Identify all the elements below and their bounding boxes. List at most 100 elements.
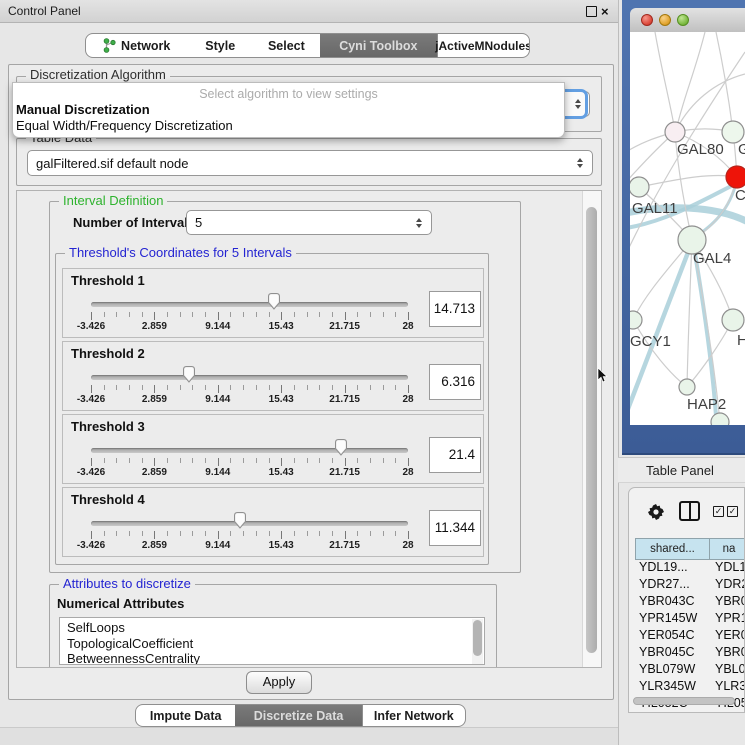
slider-thumb[interactable] — [232, 511, 248, 529]
node-table-card: ✓ ✓ shared... na YDL19...YDL19YDR27...YD… — [628, 487, 745, 713]
column-header-shared-name[interactable]: shared... — [635, 538, 710, 560]
numerical-attributes-label: Numerical Attributes — [57, 596, 184, 611]
table-row[interactable]: YDR27...YDR27 — [629, 577, 745, 594]
attribute-list-item[interactable]: TopologicalCoefficient — [60, 636, 484, 652]
network-node[interactable] — [630, 177, 649, 197]
table-row[interactable]: YBL079WYBL07 — [629, 662, 745, 679]
tab-discretize-data[interactable]: Discretize Data — [235, 705, 361, 726]
table-panel-header: Table Panel — [618, 457, 745, 483]
apply-button[interactable]: Apply — [246, 671, 312, 694]
column-header-name[interactable]: na — [709, 538, 745, 560]
tab-impute-data[interactable]: Impute Data — [136, 705, 235, 726]
gear-icon[interactable] — [648, 504, 664, 520]
control-panel-titlebar: Control Panel × — [0, 0, 618, 23]
threshold-value-field[interactable]: 6.316 — [429, 364, 481, 400]
app-root: Control Panel × Network Style Select Cyn… — [0, 0, 745, 745]
network-window-titlebar[interactable] — [630, 8, 745, 33]
number-of-intervals-label: Number of Intervals — [73, 215, 195, 230]
group-title: Threshold's Coordinates for 5 Intervals — [65, 246, 296, 260]
network-node-label: GCY1 — [630, 333, 671, 350]
table-panel-title: Table Panel — [646, 463, 714, 478]
attribute-list-item[interactable]: SelfLoops — [60, 620, 484, 636]
network-node[interactable] — [722, 121, 744, 143]
minimize-traffic-light-icon[interactable] — [659, 14, 671, 26]
attribute-list-item[interactable]: BetweennessCentrality — [60, 651, 484, 665]
table-data-value: galFiltered.sif default node — [28, 156, 577, 171]
network-icon — [103, 38, 116, 53]
threshold-label: Threshold 4 — [71, 492, 145, 507]
stepper-icon — [577, 158, 583, 168]
algorithm-option-manual[interactable]: Manual Discretization — [16, 102, 150, 117]
threshold-1-card: Threshold 1 -3.4262.8599.14415.4321.7152… — [62, 268, 484, 338]
close-icon[interactable]: × — [601, 4, 609, 19]
table-row[interactable]: YBR045CYBR04 — [629, 645, 745, 662]
number-of-intervals-combobox[interactable]: 5 — [186, 210, 432, 235]
panel-tabs: Network Style Select Cyni Toolbox jActiv… — [85, 33, 530, 58]
split-panel-icon[interactable] — [679, 501, 700, 521]
threshold-label: Threshold 3 — [71, 419, 145, 434]
intervals-value: 5 — [187, 215, 416, 230]
cyni-mode-tabs: Impute Data Discretize Data Infer Networ… — [135, 704, 466, 727]
close-traffic-light-icon[interactable] — [641, 14, 653, 26]
tab-label: Network — [121, 39, 170, 53]
table-row[interactable]: YER054CYER05 — [629, 628, 745, 645]
threshold-slider[interactable] — [91, 521, 408, 526]
settings-scroll-viewport: Interval Definition Number of Intervals … — [16, 190, 602, 668]
network-node[interactable] — [711, 413, 729, 425]
table-row[interactable]: YPR145WYPR14 — [629, 611, 745, 628]
tab-network[interactable]: Network — [86, 34, 187, 57]
tab-style[interactable]: Style — [187, 34, 253, 57]
threshold-slider[interactable] — [91, 302, 408, 307]
threshold-3-card: Threshold 3 -3.4262.8599.14415.4321.7152… — [62, 414, 484, 484]
slider-thumb[interactable] — [333, 438, 349, 456]
tab-select[interactable]: Select — [253, 34, 320, 57]
network-node[interactable] — [726, 166, 745, 188]
dropdown-placeholder: Select algorithm to view settings — [13, 87, 564, 101]
checkbox-icon[interactable]: ✓ — [713, 506, 724, 517]
thresholds-group: Threshold's Coordinates for 5 Intervals … — [55, 253, 489, 565]
stepper-icon — [416, 218, 422, 228]
table-data-group: Table Data galFiltered.sif default node — [16, 138, 602, 186]
network-node[interactable] — [679, 379, 695, 395]
threshold-slider[interactable] — [91, 375, 408, 380]
vertical-scrollbar[interactable] — [582, 191, 601, 667]
horizontal-scrollbar[interactable] — [633, 697, 735, 705]
network-node[interactable] — [665, 122, 685, 142]
table-row[interactable]: YBR043CYBR04 — [629, 594, 745, 611]
threshold-value-field[interactable]: 11.344 — [429, 510, 481, 546]
float-window-icon[interactable] — [586, 6, 597, 17]
table-data-combobox[interactable]: galFiltered.sif default node — [27, 150, 593, 176]
tab-jactivemnodules[interactable]: jActiveMNodules — [437, 34, 529, 57]
slider-thumb[interactable] — [181, 365, 197, 383]
tab-cyni-toolbox[interactable]: Cyni Toolbox — [320, 34, 437, 57]
zoom-traffic-light-icon[interactable] — [677, 14, 689, 26]
scrollbar-thumb[interactable] — [586, 207, 597, 653]
tab-infer-network[interactable]: Infer Network — [362, 705, 465, 726]
network-node-label: HAP2 — [687, 396, 726, 413]
network-node-label: GA — [738, 141, 745, 158]
threshold-label: Threshold 1 — [71, 273, 145, 288]
network-node-label: GAL80 — [677, 141, 724, 158]
numerical-attributes-list: SelfLoopsTopologicalCoefficientBetweenne… — [59, 617, 485, 665]
network-node[interactable] — [630, 311, 642, 329]
threshold-value-field[interactable]: 14.713 — [429, 291, 481, 327]
network-node-label: H — [737, 332, 745, 349]
list-scrollbar[interactable] — [472, 619, 483, 664]
checkbox-icon[interactable]: ✓ — [727, 506, 738, 517]
network-canvas[interactable]: GAL80GACGAL11GAL4GCY1HHAP2 — [630, 32, 745, 425]
network-node[interactable] — [722, 309, 744, 331]
node-table-rows: YDL19...YDL19YDR27...YDR27YBR043CYBR04YP… — [629, 560, 745, 713]
slider-thumb[interactable] — [266, 292, 282, 310]
panel-title: Control Panel — [8, 4, 81, 18]
network-view-window: GAL80GACGAL11GAL4GCY1HHAP2 — [622, 0, 745, 455]
group-title: Discretization Algorithm — [26, 68, 170, 82]
table-row[interactable]: YLR345WYLR34 — [629, 679, 745, 696]
group-title: Interval Definition — [59, 194, 167, 208]
algorithm-option-equal-width[interactable]: Equal Width/Frequency Discretization — [16, 118, 233, 133]
threshold-label: Threshold 2 — [71, 346, 145, 361]
threshold-value-field[interactable]: 21.4 — [429, 437, 481, 473]
mouse-cursor — [597, 368, 609, 384]
table-row[interactable]: YDL19...YDL19 — [629, 560, 745, 577]
threshold-slider[interactable] — [91, 448, 408, 453]
bottom-strip — [0, 727, 618, 745]
